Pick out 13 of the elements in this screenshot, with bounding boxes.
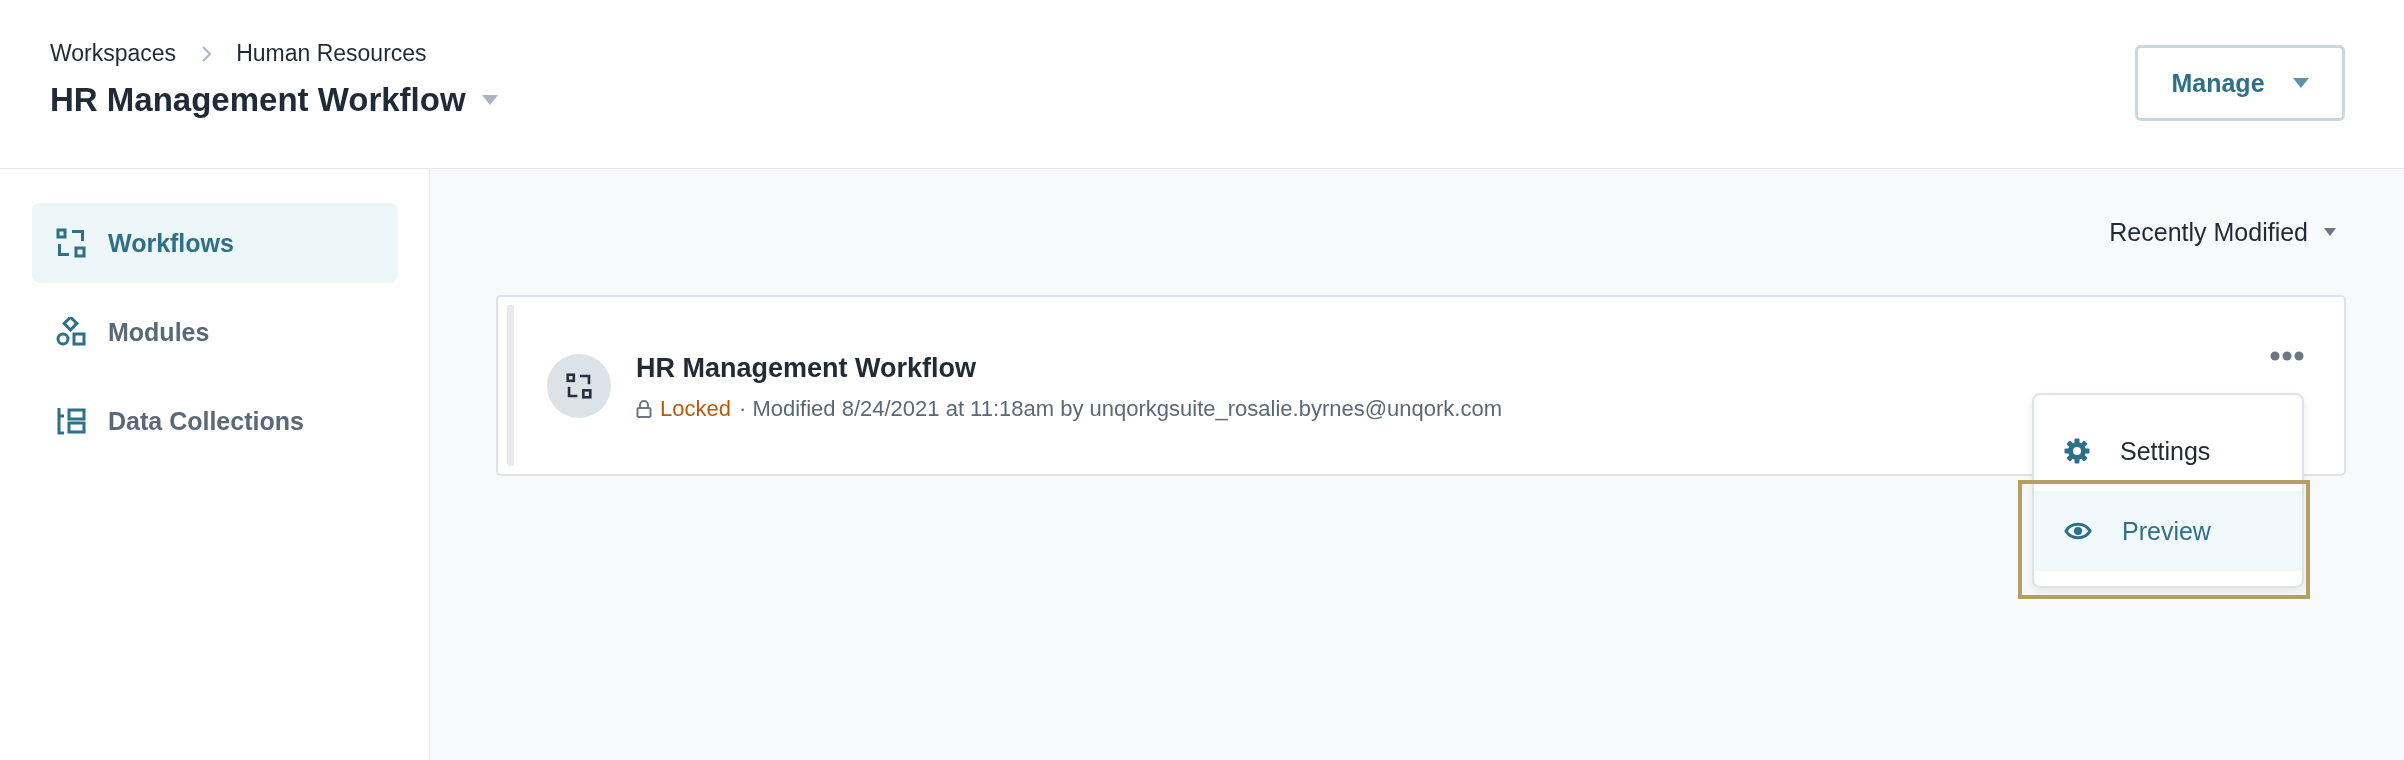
breadcrumb-link[interactable]: Human Resources	[236, 40, 427, 67]
sort-dropdown[interactable]: Recently Modified	[2109, 217, 2346, 247]
workflow-title[interactable]: HR Management Workflow	[636, 353, 1502, 384]
modified-text: · Modified 8/24/2021 at 11:18am by unqorkgsuite_rosalie.byrnes@unqork.com	[738, 396, 1502, 422]
breadcrumb-link[interactable]: Workspaces	[50, 40, 177, 67]
sidebar-item[interactable]: Workflows	[32, 203, 398, 283]
menu-item[interactable]: Settings	[2034, 411, 2302, 491]
page-title: HR Management Workflow	[50, 81, 466, 119]
menu-item[interactable]: Preview	[2034, 491, 2302, 571]
sidebar-item[interactable]: Modules	[32, 292, 398, 372]
manage-button[interactable]: Manage	[2135, 45, 2345, 121]
sidebar-item[interactable]: Data Collections	[32, 381, 398, 461]
status-text: Locked	[660, 396, 731, 422]
